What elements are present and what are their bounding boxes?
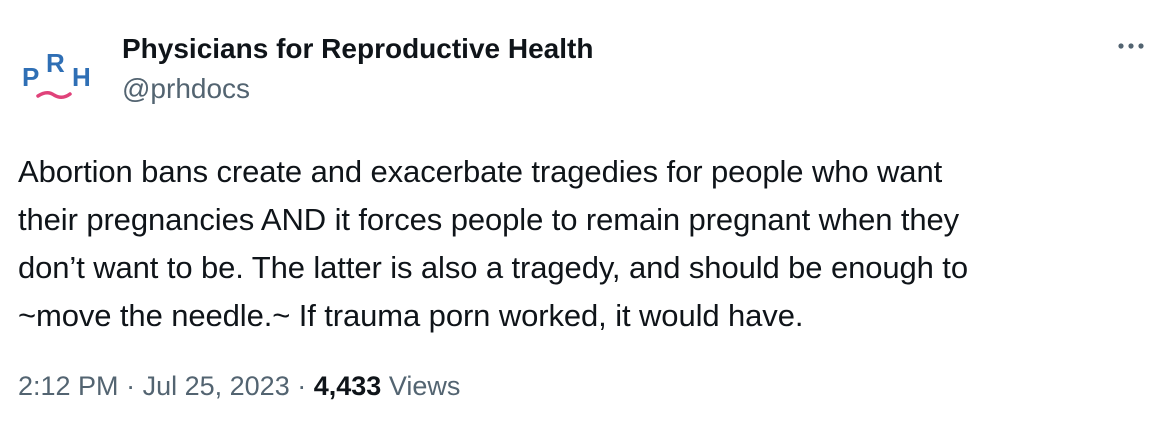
views-count: 4,433	[313, 371, 382, 401]
avatar[interactable]: P R H	[14, 34, 110, 130]
author-display-name[interactable]: Physicians for Reproductive Health	[122, 32, 593, 66]
svg-text:H: H	[72, 62, 91, 92]
more-options-button[interactable]	[1116, 36, 1146, 56]
meta-separator: ·	[297, 371, 307, 401]
author-handle[interactable]: @prhdocs	[122, 72, 593, 106]
more-horizontal-icon	[1118, 43, 1144, 49]
tweet: P R H Physicians for Reproductive Health…	[0, 0, 1172, 432]
tweet-time[interactable]: 2:12 PM	[18, 371, 119, 401]
tweet-date[interactable]: Jul 25, 2023	[143, 371, 290, 401]
svg-text:P: P	[22, 62, 39, 92]
prh-logo-icon: P R H	[22, 48, 91, 99]
tweet-header: Physicians for Reproductive Health @prhd…	[122, 32, 593, 106]
tweet-text: Abortion bans create and exacerbate trag…	[18, 154, 968, 333]
tweet-meta: 2:12 PM · Jul 25, 2023 · 4,433 Views	[18, 368, 460, 404]
svg-text:R: R	[46, 48, 65, 78]
views-label: Views	[388, 371, 461, 401]
meta-separator: ·	[126, 371, 136, 401]
